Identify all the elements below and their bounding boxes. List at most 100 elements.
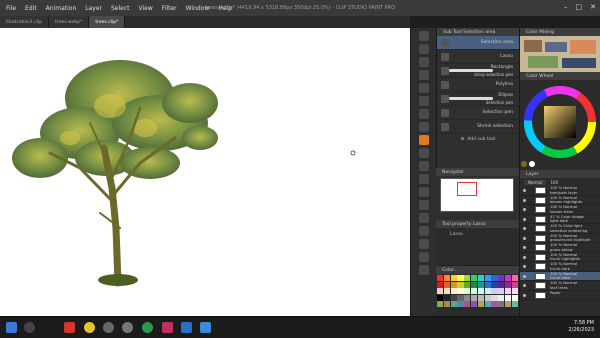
add-subtool-button[interactable]: ⊕ Add sub tool <box>437 134 519 144</box>
subtool-shrink-selection[interactable]: Shrink selection <box>437 120 519 134</box>
color-swatch[interactable] <box>484 281 491 288</box>
color-swatch[interactable] <box>437 275 444 281</box>
color-swatch[interactable] <box>470 288 478 294</box>
color-swatch[interactable] <box>450 288 457 294</box>
color-swatch[interactable] <box>437 294 444 301</box>
eye-icon[interactable] <box>523 255 526 259</box>
eye-icon[interactable] <box>523 265 526 268</box>
tab-illustration[interactable]: Illustration1.clip <box>0 16 50 28</box>
system-clock[interactable]: 7:58 PM 2/26/2023 <box>568 320 594 334</box>
color-swatch[interactable] <box>464 294 471 301</box>
color-swatch[interactable] <box>464 281 471 288</box>
minimize-button[interactable]: – <box>564 3 568 11</box>
eye-icon[interactable] <box>523 274 526 278</box>
color-swatch[interactable] <box>491 288 498 294</box>
color-swatch[interactable] <box>470 281 478 288</box>
menu-filter[interactable]: Filter <box>162 5 177 12</box>
color-swatch[interactable] <box>491 301 498 307</box>
color-swatch[interactable] <box>484 301 491 307</box>
tool-zoom-icon[interactable] <box>419 44 429 54</box>
tool-balloon-icon[interactable] <box>419 252 429 262</box>
color-mixing-canvas[interactable] <box>520 36 600 72</box>
color-swatch[interactable] <box>437 301 444 307</box>
tool-airbrush-icon[interactable] <box>419 148 429 158</box>
chrome-icon[interactable] <box>84 322 95 333</box>
eye-icon[interactable] <box>523 236 526 240</box>
tool-move-icon[interactable] <box>419 70 429 80</box>
menu-view[interactable]: View <box>139 5 153 12</box>
tab-trees-webp[interactable]: trees.webp* <box>49 16 90 28</box>
color-swatch[interactable] <box>443 294 451 301</box>
color-swatch[interactable] <box>477 301 485 307</box>
close-button[interactable]: ✕ <box>590 3 596 11</box>
tool-pencil-icon[interactable] <box>419 122 429 132</box>
navigator-viewport[interactable] <box>457 182 477 196</box>
tool-pen-icon[interactable] <box>419 109 429 119</box>
app-icon-circle[interactable] <box>122 322 133 333</box>
color-swatch[interactable] <box>498 294 505 301</box>
color-swatch[interactable] <box>491 294 498 301</box>
tool-select-icon[interactable] <box>419 31 429 41</box>
color-swatch[interactable] <box>511 301 518 307</box>
color-swatch[interactable] <box>450 275 457 281</box>
color-swatch[interactable] <box>470 275 478 281</box>
color-swatch[interactable] <box>450 301 457 307</box>
color-swatch[interactable] <box>470 301 478 307</box>
color-swatch[interactable] <box>477 275 485 281</box>
tool-decoration-icon[interactable] <box>419 161 429 171</box>
app-icon-blue[interactable] <box>181 322 192 333</box>
subtool-ellipse[interactable]: Ellipse Selection pen <box>437 92 519 106</box>
tool-ruler-icon[interactable] <box>419 265 429 275</box>
tool-blend-icon[interactable] <box>419 187 429 197</box>
color-swatch[interactable] <box>491 275 498 281</box>
subtool-rectangle[interactable]: Rectangle sharp selection pen <box>437 64 519 78</box>
menu-file[interactable]: File <box>6 5 16 12</box>
color-swatch[interactable] <box>464 275 471 281</box>
color-swatch[interactable] <box>511 275 518 281</box>
tool-lasso-icon[interactable] <box>419 83 429 93</box>
chrome-icon-2[interactable] <box>142 322 153 333</box>
color-swatch[interactable] <box>464 301 471 307</box>
color-swatch[interactable] <box>450 294 457 301</box>
color-swatch[interactable] <box>457 288 464 294</box>
menu-select[interactable]: Select <box>111 5 130 12</box>
tool-text-icon[interactable] <box>419 239 429 249</box>
color-swatch[interactable] <box>498 275 505 281</box>
menu-edit[interactable]: Edit <box>25 5 37 12</box>
color-swatch[interactable] <box>477 281 485 288</box>
color-swatch[interactable] <box>498 281 505 288</box>
color-swatch[interactable] <box>484 275 491 281</box>
csp-icon[interactable] <box>103 322 114 333</box>
color-swatch[interactable] <box>504 281 512 288</box>
color-swatch[interactable] <box>464 288 471 294</box>
eye-icon[interactable] <box>523 246 526 249</box>
search-icon[interactable] <box>24 322 35 333</box>
opacity-value[interactable]: 100 <box>550 180 558 185</box>
color-swatch[interactable] <box>504 301 512 307</box>
color-swatch[interactable] <box>511 281 518 288</box>
tool-brush-icon[interactable] <box>419 135 429 145</box>
layer-row[interactable]: Paper <box>520 290 600 300</box>
tool-figure-icon[interactable] <box>419 226 429 236</box>
color-swatch[interactable] <box>457 294 464 301</box>
app-icon-pink[interactable] <box>162 322 173 333</box>
color-swatch[interactable] <box>443 301 451 307</box>
color-swatch[interactable] <box>450 281 457 288</box>
eye-icon[interactable] <box>523 284 526 287</box>
color-swatch[interactable] <box>484 294 491 301</box>
menu-window[interactable]: Window <box>186 5 210 12</box>
eye-icon[interactable] <box>523 198 526 202</box>
color-swatch[interactable] <box>437 288 444 294</box>
color-swatch[interactable] <box>457 275 464 281</box>
tool-eyedropper-icon[interactable] <box>419 96 429 106</box>
color-swatch[interactable] <box>443 275 451 281</box>
menu-help[interactable]: Help <box>218 5 232 12</box>
color-swatch[interactable] <box>470 294 478 301</box>
tab-trees-clip[interactable]: trees.clip* <box>89 16 126 28</box>
app-icon-red[interactable] <box>64 322 75 333</box>
color-swatch[interactable] <box>477 288 485 294</box>
color-swatch[interactable] <box>504 288 512 294</box>
color-swatch[interactable] <box>504 294 512 301</box>
eye-icon[interactable] <box>523 227 526 230</box>
color-swatch[interactable] <box>443 281 451 288</box>
